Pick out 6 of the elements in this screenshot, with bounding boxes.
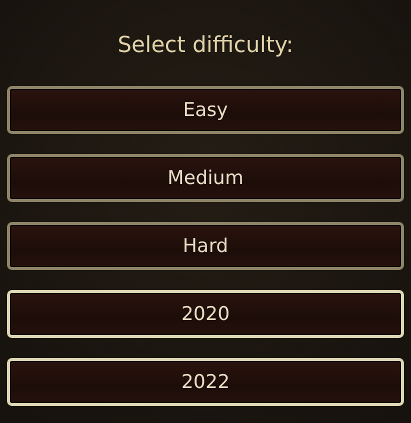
dialog-title: Select difficulty: xyxy=(116,32,294,60)
difficulty-button[interactable]: Hard xyxy=(7,222,404,270)
difficulty-button[interactable]: Medium xyxy=(7,154,404,202)
difficulty-button[interactable]: 2020 xyxy=(7,290,404,338)
difficulty-button[interactable]: 2022 xyxy=(7,358,404,406)
difficulty-button[interactable]: Easy xyxy=(7,86,404,134)
